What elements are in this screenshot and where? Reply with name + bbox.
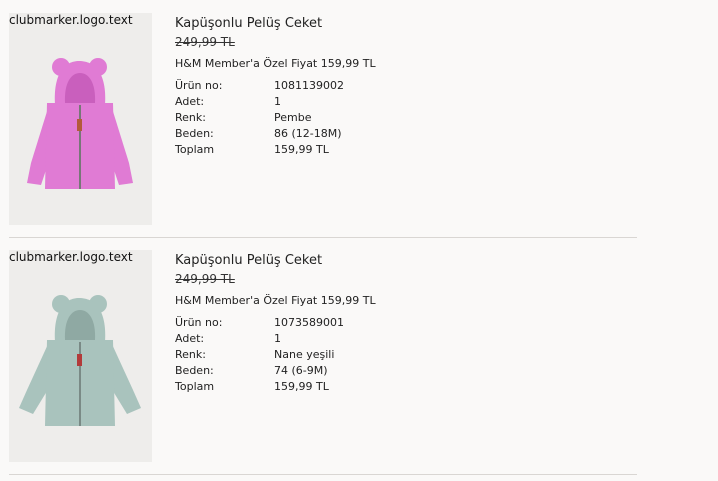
jacket-image [27, 58, 133, 189]
detail-row-article-number: Ürün no: 1073589001 [175, 315, 344, 331]
detail-row-size: Beden: 86 (12-18M) [175, 126, 344, 142]
detail-row-total: Toplam 159,99 TL [175, 379, 344, 395]
detail-value: Nane yeşili [274, 348, 335, 361]
club-logo-text: clubmarker.logo.text [9, 250, 133, 264]
detail-value: 1 [274, 95, 281, 108]
club-logo-text: clubmarker.logo.text [9, 13, 133, 27]
detail-value: 159,99 TL [274, 143, 329, 156]
product-title[interactable]: Kapüşonlu Pelüş Ceket [175, 253, 635, 269]
jacket-image [19, 295, 141, 426]
product-details: Ürün no: 1081139002 Adet: 1 Renk: Pembe … [175, 78, 344, 158]
member-price: H&M Member'a Özel Fiyat 159,99 TL [175, 57, 376, 70]
product-title[interactable]: Kapüşonlu Pelüş Ceket [175, 16, 635, 32]
old-price: 249,99 TL [175, 35, 235, 49]
detail-row-color: Renk: Nane yeşili [175, 347, 344, 363]
detail-value: 74 (6-9M) [274, 364, 328, 377]
detail-value: 1081139002 [274, 79, 344, 92]
detail-label: Adet: [175, 332, 205, 345]
divider [9, 474, 637, 475]
member-price: H&M Member'a Özel Fiyat 159,99 TL [175, 294, 376, 307]
detail-row-article-number: Ürün no: 1081139002 [175, 78, 344, 94]
old-price: 249,99 TL [175, 272, 235, 286]
detail-value: 86 (12-18M) [274, 127, 342, 140]
detail-row-size: Beden: 74 (6-9M) [175, 363, 344, 379]
detail-label: Toplam [175, 380, 215, 393]
detail-label: Beden: [175, 127, 214, 140]
detail-label: Ürün no: [175, 316, 223, 329]
product-image[interactable]: clubmarker.logo.text [9, 250, 152, 462]
detail-label: Renk: [175, 348, 206, 361]
product-image[interactable]: clubmarker.logo.text [9, 13, 152, 225]
divider [9, 237, 637, 238]
order-item-list: clubmarker.logo.text Kapüşonlu Pelüş Cek… [0, 0, 718, 481]
order-item: clubmarker.logo.text Kapüşonlu Pelüş Cek… [9, 13, 637, 250]
detail-row-quantity: Adet: 1 [175, 331, 344, 347]
detail-value: 159,99 TL [274, 380, 329, 393]
detail-label: Beden: [175, 364, 214, 377]
detail-label: Toplam [175, 143, 215, 156]
product-details: Ürün no: 1073589001 Adet: 1 Renk: Nane y… [175, 315, 344, 395]
order-item: clubmarker.logo.text Kapüşonlu Pelüş Cek… [9, 250, 637, 481]
detail-label: Renk: [175, 111, 206, 124]
detail-row-quantity: Adet: 1 [175, 94, 344, 110]
product-info: Kapüşonlu Pelüş Ceket 249,99 TL H&M Memb… [175, 16, 635, 158]
detail-value: 1 [274, 332, 281, 345]
detail-row-total: Toplam 159,99 TL [175, 142, 344, 158]
detail-label: Adet: [175, 95, 205, 108]
detail-label: Ürün no: [175, 79, 223, 92]
product-info: Kapüşonlu Pelüş Ceket 249,99 TL H&M Memb… [175, 253, 635, 395]
detail-value: Pembe [274, 111, 312, 124]
detail-row-color: Renk: Pembe [175, 110, 344, 126]
detail-value: 1073589001 [274, 316, 344, 329]
